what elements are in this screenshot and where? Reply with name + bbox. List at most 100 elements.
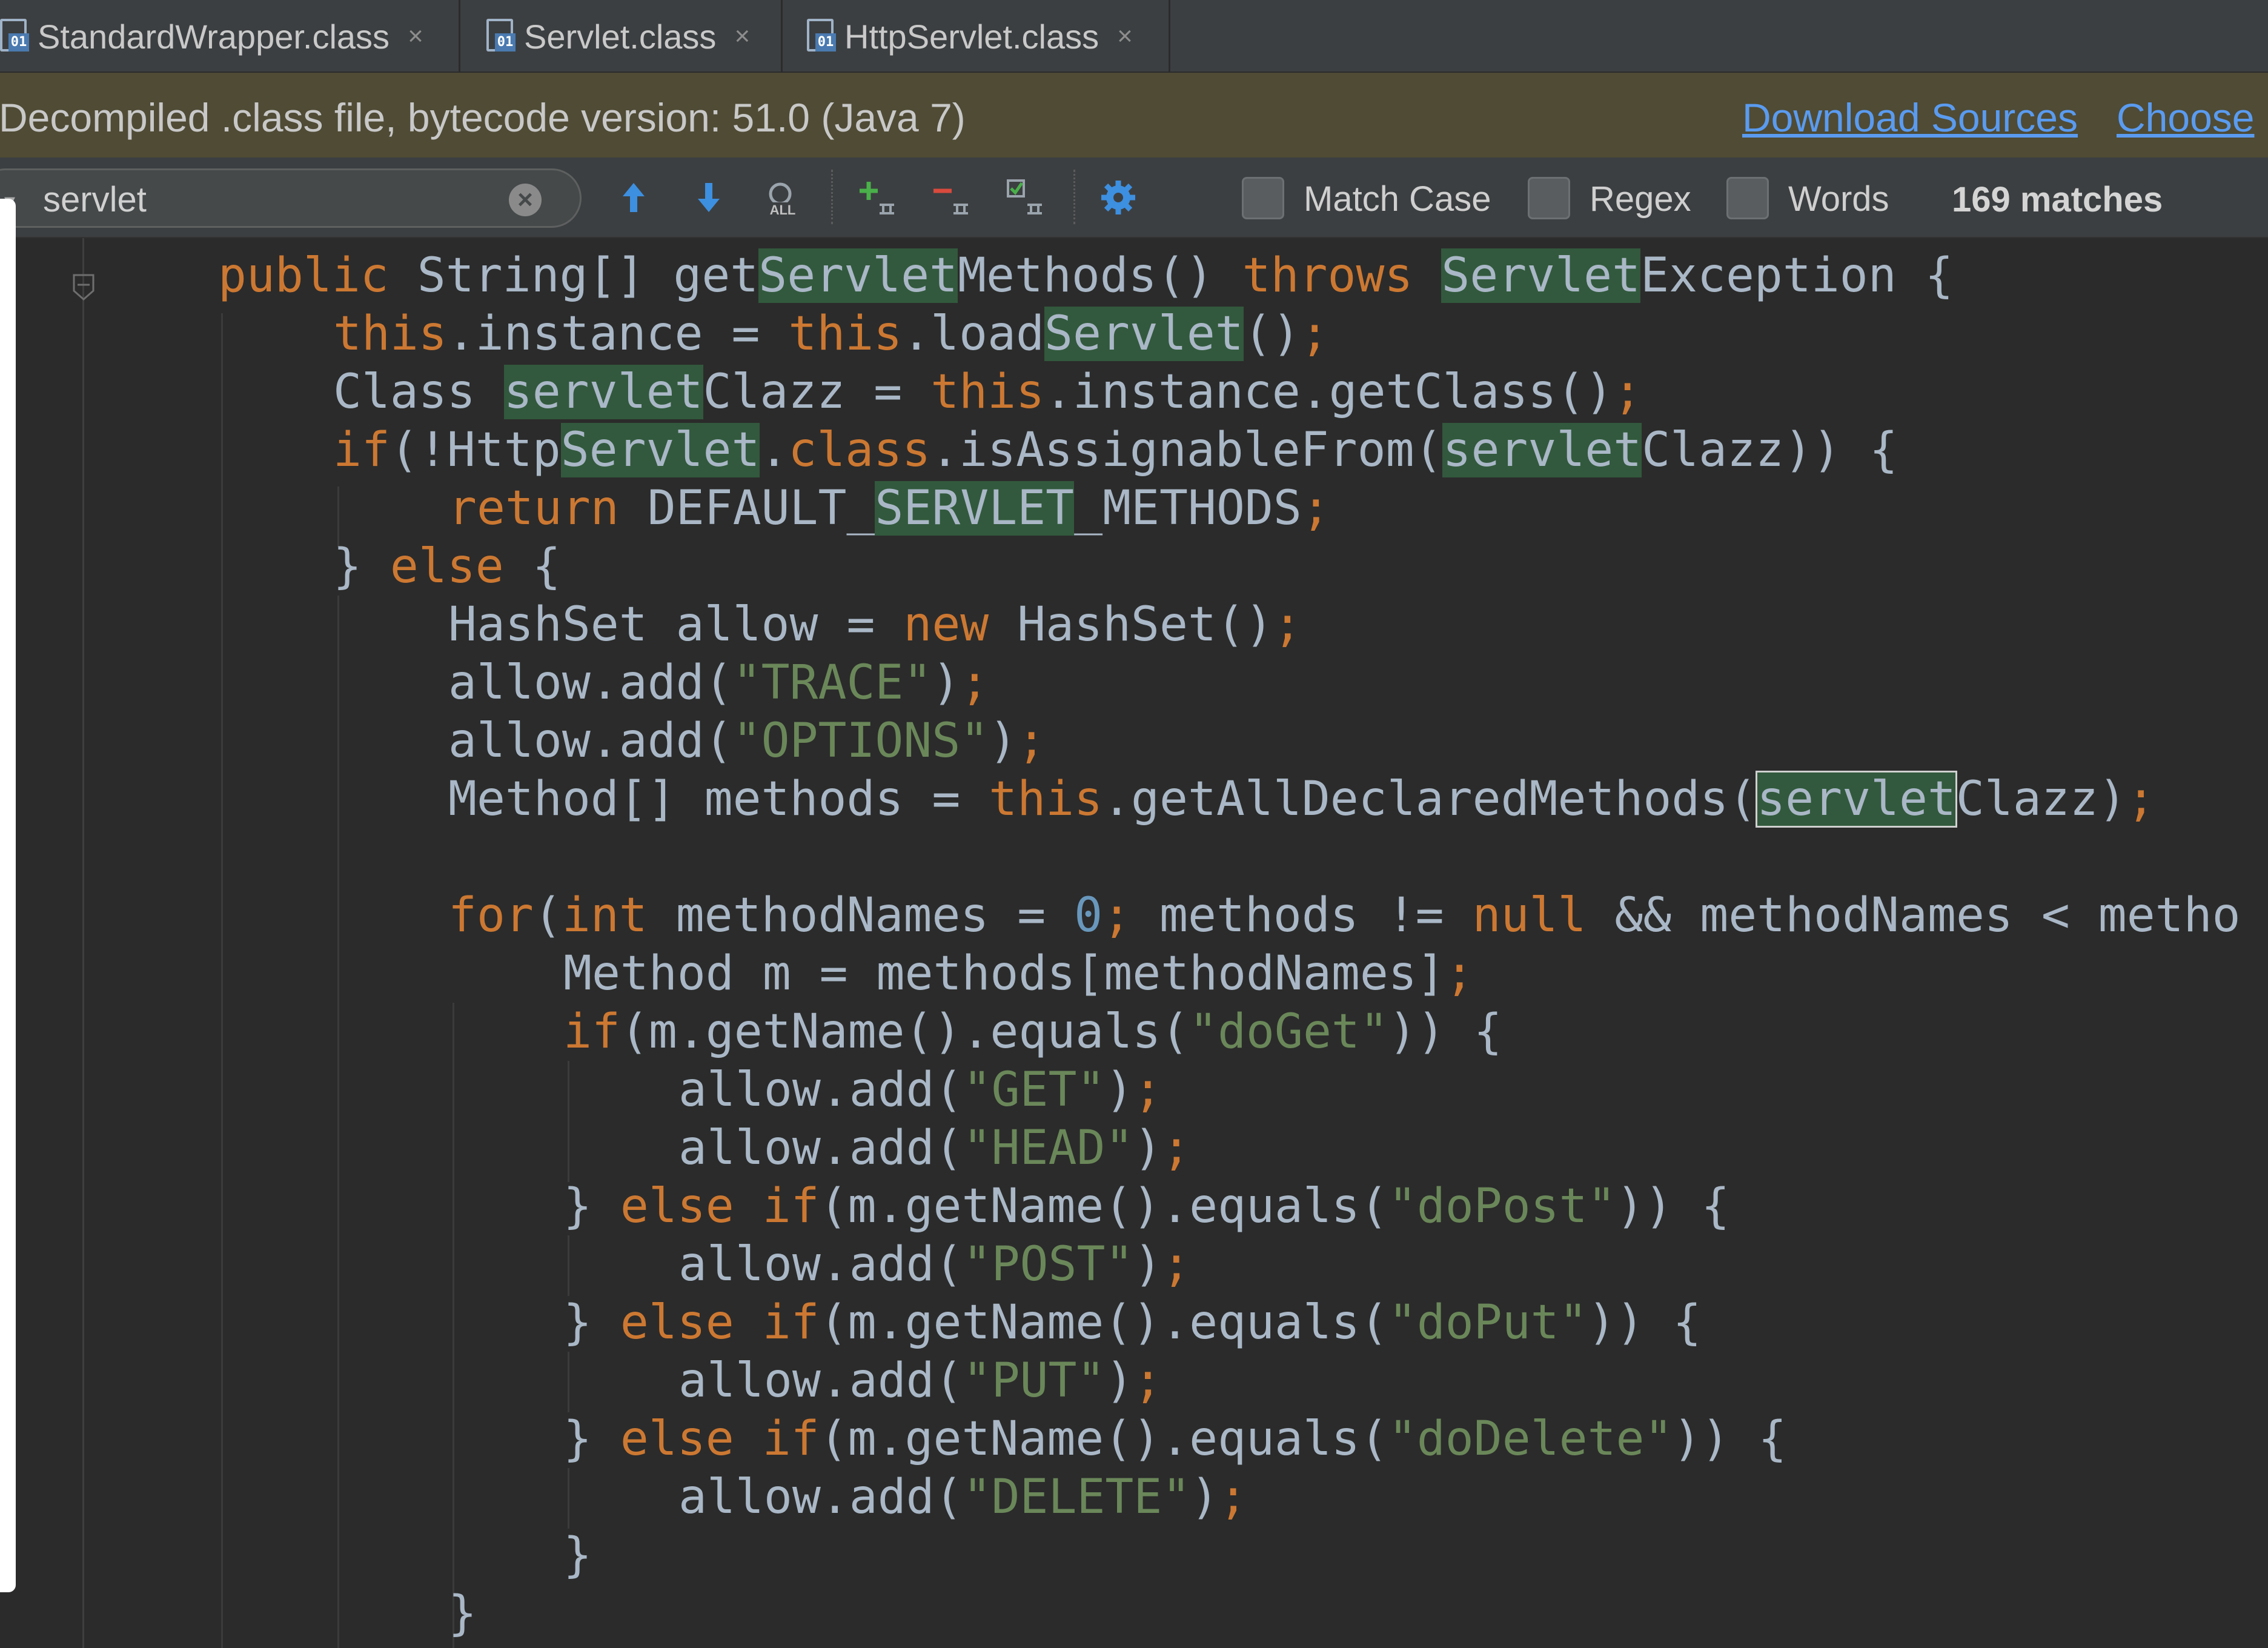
code-token: allow.add( <box>678 1470 963 1524</box>
code-token: ; <box>1445 946 1474 1001</box>
code-token: { <box>532 539 561 594</box>
code-line[interactable]: allow.add("TRACE"); <box>0 654 2268 712</box>
tab-standardwrapper[interactable]: 01 StandardWrapper.class × <box>0 0 460 73</box>
previous-occurrence-icon[interactable] <box>612 176 655 219</box>
code-token: ) <box>1190 1470 1219 1524</box>
code-line[interactable]: Class servletClazz = this.instance.getCl… <box>0 363 2268 421</box>
match-case-checkbox[interactable] <box>1242 177 1284 219</box>
regex-label: Regex <box>1590 179 1691 219</box>
code-token: "DELETE" <box>963 1470 1191 1524</box>
code-token: Clazz) <box>1955 772 2127 826</box>
code-line[interactable]: HashSet allow = new HashSet(); <box>0 596 2268 654</box>
add-occurrence-icon[interactable] <box>857 176 900 219</box>
search-field[interactable]: ▾ × <box>0 168 582 228</box>
search-match: servlet <box>503 365 703 419</box>
code-token: Methods() <box>958 248 1242 303</box>
code-editor[interactable]: public String[] getServletMethods() thro… <box>0 238 2268 1648</box>
code-token: throws <box>1242 248 1442 303</box>
code-token: . <box>760 423 789 477</box>
code-token: Class <box>333 365 504 419</box>
code-token: this <box>989 772 1103 826</box>
close-icon[interactable]: × <box>1117 21 1133 51</box>
regex-checkbox[interactable] <box>1528 177 1570 219</box>
code-token: } <box>333 539 390 594</box>
select-all-occurrences-icon[interactable]: ALL <box>761 176 804 219</box>
code-line[interactable]: allow.add("HEAD"); <box>0 1119 2268 1177</box>
code-token: ; <box>1133 1063 1162 1117</box>
search-input[interactable] <box>43 175 491 224</box>
code-token: } <box>563 1179 620 1234</box>
clear-search-icon[interactable]: × <box>509 184 542 216</box>
exclude-occurrence-icon[interactable] <box>1004 176 1048 219</box>
source-code: public String[] getServletMethods() thro… <box>0 247 2268 1643</box>
code-token: () <box>1243 307 1301 361</box>
next-occurrence-icon[interactable] <box>687 176 731 219</box>
code-line[interactable]: } else if(m.getName().equals("doPut")) { <box>0 1294 2268 1352</box>
code-line[interactable]: } <box>0 1584 2268 1643</box>
code-token: ; <box>1017 714 1046 768</box>
code-line[interactable]: allow.add("POST"); <box>0 1235 2268 1294</box>
code-line[interactable]: } <box>0 1526 2268 1584</box>
code-line[interactable]: public String[] getServletMethods() thro… <box>0 247 2268 305</box>
code-token: allow.add( <box>448 656 733 710</box>
code-line[interactable]: for(int methodNames = 0; methods != null… <box>0 886 2268 945</box>
words-label: Words <box>1788 179 1889 219</box>
code-token: ) <box>1133 1237 1162 1292</box>
search-match: servlet <box>1442 423 1642 477</box>
words-checkbox[interactable] <box>1726 177 1769 219</box>
download-sources-link[interactable]: Download Sources <box>1742 95 2078 141</box>
code-line[interactable]: this.instance = this.loadServlet(); <box>0 305 2268 363</box>
close-icon[interactable]: × <box>734 21 750 51</box>
code-line[interactable]: Method[] methods = this.getAllDeclaredMe… <box>0 770 2268 828</box>
code-token: "doGet" <box>1189 1005 1388 1059</box>
code-line[interactable]: } else if(m.getName().equals("doPost")) … <box>0 1177 2268 1235</box>
code-token: methods != <box>1159 888 1473 943</box>
close-icon[interactable]: × <box>408 21 423 51</box>
code-token: HashSet allow = <box>448 597 904 652</box>
code-token: allow.add( <box>678 1121 963 1175</box>
code-line[interactable]: } else if(m.getName().equals("doDelete")… <box>0 1410 2268 1468</box>
side-panel-edge <box>0 199 16 1592</box>
code-token: } <box>448 1586 477 1641</box>
code-token: allow.add( <box>448 714 733 768</box>
code-line[interactable]: return DEFAULT_SERVLET_METHODS; <box>0 479 2268 537</box>
code-token: ; <box>1613 365 1642 419</box>
code-token: new <box>903 597 1018 652</box>
tab-label: HttpServlet.class <box>844 17 1099 56</box>
code-line[interactable]: allow.add("OPTIONS"); <box>0 712 2268 770</box>
code-token: "GET" <box>963 1063 1106 1117</box>
tab-bar-empty-area <box>1170 0 2268 71</box>
tab-label: Servlet.class <box>524 17 717 56</box>
code-token: null <box>1472 888 1615 943</box>
code-token: } <box>563 1412 620 1466</box>
code-line[interactable]: Method m = methods[methodNames]; <box>0 945 2268 1003</box>
toolbar-separator <box>1073 170 1075 224</box>
code-token: HashSet() <box>1017 597 1273 652</box>
code-token: class <box>788 423 931 477</box>
remove-occurrence-icon[interactable] <box>930 176 974 219</box>
code-line[interactable]: } else { <box>0 537 2268 596</box>
tab-httpservlet[interactable]: 01 HttpServlet.class × <box>783 0 1170 73</box>
code-token: ; <box>2126 772 2155 826</box>
code-token: else if <box>620 1179 820 1234</box>
code-line[interactable]: if(m.getName().equals("doGet")) { <box>0 1003 2268 1061</box>
code-token: else if <box>620 1412 820 1466</box>
code-token: )) { <box>1388 1005 1502 1059</box>
code-token: "PUT" <box>963 1354 1106 1408</box>
code-token: else <box>390 539 532 594</box>
code-line[interactable] <box>0 828 2268 886</box>
choose-sources-link[interactable]: Choose <box>2117 95 2255 141</box>
code-token: Exception { <box>1640 248 1954 303</box>
code-token: (m.getName().equals( <box>819 1412 1388 1466</box>
banner-message: Decompiled .class file, bytecode version… <box>0 95 966 140</box>
code-token: Clazz = <box>703 365 931 419</box>
code-token: "TRACE" <box>732 656 932 710</box>
code-line[interactable]: allow.add("DELETE"); <box>0 1468 2268 1526</box>
code-token: Clazz)) { <box>1642 423 1898 477</box>
code-line[interactable]: allow.add("GET"); <box>0 1061 2268 1119</box>
tab-servlet[interactable]: 01 Servlet.class × <box>462 0 783 73</box>
settings-gear-icon[interactable] <box>1096 176 1140 219</box>
code-line[interactable]: if(!HttpServlet.class.isAssignableFrom(s… <box>0 421 2268 479</box>
code-line[interactable]: allow.add("PUT"); <box>0 1352 2268 1410</box>
code-token: ; <box>1273 597 1302 652</box>
